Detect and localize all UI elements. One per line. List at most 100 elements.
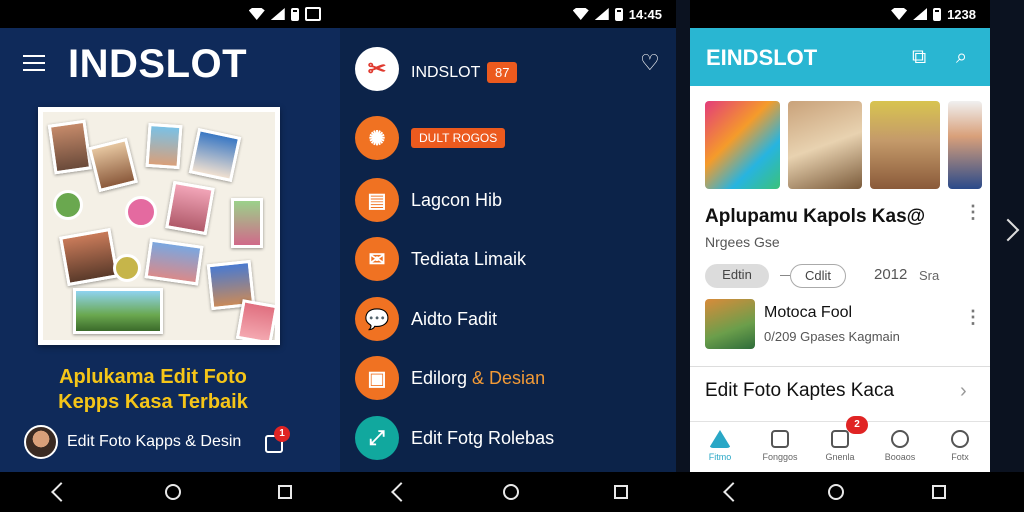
more-options-icon[interactable]: ⋮ [964,308,982,326]
nav-label: Fonggos [762,452,798,462]
clock: 14:45 [628,6,662,22]
nav-item-5[interactable]: Fotx [930,422,990,472]
recents-icon[interactable] [277,485,292,499]
home-icon [709,430,731,448]
app-bar: EINDSLOT ⧉ ⌕ [690,28,990,86]
menu-item-label: Edilorg & Desian [411,368,545,389]
document-icon: ▤ [355,178,399,222]
menu-item-1[interactable]: ▤ Lagcon Hib [355,178,502,222]
menu-screen: ✂ INDSLOT 87 ♡ ✺ DULT ROGOS ▤ Lagcon Hib… [340,28,676,472]
gallery-thumbnail[interactable] [705,101,780,189]
battery-icon [933,7,942,21]
menu-header-title: INDSLOT [411,64,481,81]
menu-item-3[interactable]: 💬 Aidto Fadit [355,297,497,341]
filter-chip[interactable]: Cdlit [790,264,846,288]
nav-label: Booaos [884,452,916,462]
menu-item-4[interactable]: ▣ Edilorg & Desian [355,356,545,400]
status-bar-right: 1238 [690,0,990,28]
circle-icon [891,430,909,448]
gear-icon: ✺ [355,116,399,160]
wifi-icon [572,8,589,20]
wifi-icon [891,8,908,20]
list-item-subtitle: 0/209 Gpases Kagmain [764,329,900,344]
back-icon[interactable] [723,482,743,502]
bottom-navigation: Fitmo Fonggos 2 Gnenla Booaos Fotx [690,416,990,472]
system-navigation-bar [0,472,1024,512]
mail-icon: ✉ [355,237,399,281]
nav-label: Gnenla [825,452,855,462]
photo-thumbnail [73,288,163,334]
sticker [113,254,141,282]
crop-icon: ⤢ [355,416,399,460]
back-icon[interactable] [51,482,72,502]
menu-icon[interactable] [23,55,45,71]
chevron-right-icon[interactable]: › [960,380,967,403]
search-icon[interactable]: ⌕ [956,46,967,69]
wifi-icon [248,8,265,20]
section-title[interactable]: Edit Foto Kaptes Kaca [705,380,894,402]
filter-chip[interactable]: Edtin [705,264,769,288]
card-title: Aplupamu Kapols Kas@ [705,206,926,227]
photo-thumbnail [145,122,183,170]
photo-thumbnail [144,238,204,286]
menu-item-label: Lagcon Hib [411,189,503,210]
sticker [53,190,83,220]
signal-icon [594,8,609,20]
divider [690,366,990,367]
list-item-thumbnail[interactable] [705,299,755,349]
photo-thumbnail [47,119,93,175]
home-button-icon[interactable] [164,484,181,500]
photo-thumbnail [235,299,275,340]
photo-thumbnail [231,198,263,248]
image-icon: ▣ [355,356,399,400]
photo-thumbnail [88,137,138,193]
menu-item-5[interactable]: ⤢ Edit Fotg Rolebas [355,416,554,460]
list-item-title: Motoca Fool [764,304,853,321]
avatar[interactable] [24,425,58,459]
clock: 1238 [947,6,976,22]
signal-icon [270,8,285,20]
cast-icon[interactable]: ⧉ [912,46,926,69]
header-tag: 87 [487,62,518,83]
notification-badge: 2 [846,416,868,434]
home-button-icon[interactable] [502,484,519,500]
search-icon [951,430,969,448]
headline-line-1: Aplukama Edit Foto [59,366,247,388]
gallery-thumbnail[interactable] [948,101,982,189]
signal-icon [913,8,928,20]
divider [780,275,790,276]
chat-icon: 💬 [355,297,399,341]
nav-item-2[interactable]: Fonggos [750,422,810,472]
recents-icon[interactable] [932,485,946,499]
chevron-right-icon[interactable] [996,218,1020,242]
menu-item-label-highlight: Desian [489,367,546,388]
gallery-screen: EINDSLOT ⧉ ⌕ Aplupamu Kapols Kas@ ⋮ Nrge… [690,28,990,472]
more-options-icon[interactable]: ⋮ [964,203,982,221]
screen: 14:45 1238 INDSLOT Aplukama Edit Foto Ke… [0,0,1024,512]
frame-icon [771,430,789,448]
status-bar-left: 14:45 [0,0,676,28]
heart-icon[interactable]: ♡ [640,50,660,76]
photo-thumbnail [165,180,215,236]
card-subtitle: Nrgees Gse [705,234,780,250]
photo-thumbnail [59,227,119,287]
nav-item-3[interactable]: 2 Gnenla [810,416,870,472]
year-suffix: Sra [919,268,940,283]
menu-item-top[interactable]: ✺ DULT ROGOS [355,116,506,160]
brand-title: INDSLOT [68,42,248,86]
nav-item-4[interactable]: Booaos [870,422,930,472]
nav-label: Fitmo [708,452,732,462]
battery-icon [614,7,623,21]
menu-item-2[interactable]: ✉ Tediata Limaik [355,237,526,281]
edit-icon [831,430,849,448]
back-icon[interactable] [390,482,411,502]
photo-collage [38,107,280,345]
home-button-icon[interactable] [828,484,844,500]
recents-icon[interactable] [614,485,629,499]
gallery-thumbnail[interactable] [788,101,862,189]
nav-item-home[interactable]: Fitmo [690,422,750,472]
gallery-thumbnail[interactable] [870,101,940,189]
menu-item-label-sep: & [467,367,490,388]
headline-line-2: Kepps Kasa Terbaik [58,391,248,413]
menu-item-label-part: Edilorg [411,367,468,388]
